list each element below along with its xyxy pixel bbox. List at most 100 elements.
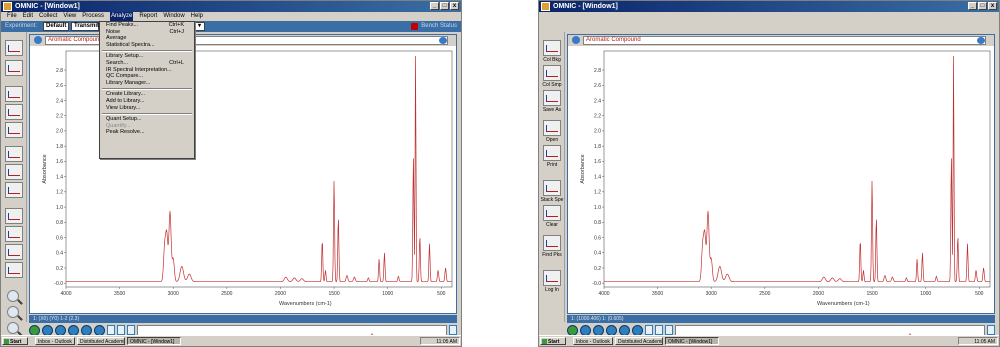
log-in-icon[interactable]: [543, 270, 561, 286]
zoom-full-icon[interactable]: [7, 322, 19, 334]
collect-background-icon[interactable]: [543, 40, 561, 56]
display-limits-icon[interactable]: [29, 324, 40, 336]
overlay-spectra-icon[interactable]: [5, 164, 23, 180]
peak-area-icon[interactable]: [619, 324, 630, 336]
analyze-menu-item[interactable]: Library Setup...: [100, 53, 194, 60]
task-academic[interactable]: Distributed Academic: [77, 337, 125, 345]
close-button[interactable]: x: [988, 2, 997, 10]
common-scale-icon[interactable]: [117, 325, 125, 335]
annotation-icon[interactable]: [94, 324, 105, 336]
analyze-menu-item[interactable]: IR Spectral Interpretation...: [100, 67, 194, 74]
full-scale-icon[interactable]: [5, 182, 23, 198]
close-button[interactable]: x: [450, 2, 459, 10]
analyze-menu-item-label: QC Compare...: [106, 73, 143, 80]
omnic-window-analyze-menu: OMNIC - [Window1] _ □ x File Edit Collec…: [0, 0, 462, 347]
analyze-menu-item[interactable]: View Library...: [100, 105, 194, 112]
peak-height-icon[interactable]: [606, 324, 617, 336]
display-limits-icon[interactable]: [567, 324, 578, 336]
task-outlook[interactable]: Inbox - Outlook: [35, 337, 75, 345]
menu-analyze[interactable]: Analyze: [109, 12, 134, 21]
print-icon[interactable]: [5, 122, 23, 138]
mode-dropdown-arrow[interactable]: ▾: [195, 22, 205, 31]
spectrum-overview[interactable]: [675, 324, 985, 336]
y-tick-label: 0.2: [594, 266, 601, 272]
spectrum-color-icon[interactable]: [34, 36, 42, 44]
menu-file[interactable]: File: [7, 12, 17, 21]
task-omnic[interactable]: OMNIC - [Window1]: [127, 337, 181, 345]
save-as-icon[interactable]: [5, 104, 23, 120]
find-peaks-icon[interactable]: [543, 235, 561, 251]
peak-height-icon[interactable]: [68, 324, 79, 336]
task-academic[interactable]: Distributed Academic: [615, 337, 663, 345]
peak-area-icon[interactable]: [81, 324, 92, 336]
analyze-menu-item[interactable]: Find Peaks... Ctrl+K: [100, 22, 194, 29]
print-icon[interactable]: [543, 145, 561, 161]
experiment-select[interactable]: Default: [43, 22, 69, 31]
select-tool-icon[interactable]: [580, 324, 591, 336]
analyze-menu-item[interactable]: Library Manager...: [100, 80, 194, 87]
menu-edit[interactable]: Edit: [23, 12, 33, 21]
maximize-button[interactable]: □: [440, 2, 449, 10]
common-scale-icon[interactable]: [655, 325, 663, 335]
stack-spectra-icon[interactable]: [543, 180, 561, 196]
overview-arrows-icon[interactable]: [449, 325, 457, 335]
mode-select[interactable]: Transmit: [71, 22, 99, 31]
collect-sample-icon[interactable]: [5, 60, 23, 76]
collect-sample-icon[interactable]: [543, 65, 561, 81]
region-tool-icon[interactable]: [55, 324, 66, 336]
menu-window[interactable]: Window: [163, 12, 184, 21]
analyze-menu-item[interactable]: QC Compare...: [100, 73, 194, 80]
stack-spectra-icon[interactable]: [5, 146, 23, 162]
find-peaks-icon[interactable]: [5, 226, 23, 242]
toolbar-label-stack-spe: Stack Spe: [540, 197, 564, 203]
save-as-icon[interactable]: [543, 90, 561, 106]
omnic-app-icon: [541, 2, 550, 11]
library-search-icon[interactable]: [5, 244, 23, 260]
spectrum-select-arrow-icon[interactable]: [439, 37, 447, 44]
collect-background-icon[interactable]: [5, 40, 23, 56]
clear-icon[interactable]: [543, 205, 561, 221]
analyze-menu-item[interactable]: Quant Setup...: [100, 116, 194, 123]
start-button[interactable]: Start: [540, 337, 566, 345]
select-tool-icon[interactable]: [42, 324, 53, 336]
menu-process[interactable]: Process: [82, 12, 104, 21]
menu-collect[interactable]: Collect: [39, 12, 57, 21]
maximize-button[interactable]: □: [978, 2, 987, 10]
menu-view[interactable]: View: [63, 12, 76, 21]
minimize-button[interactable]: _: [430, 2, 439, 10]
menu-help[interactable]: Help: [191, 12, 203, 21]
annotation-icon[interactable]: [632, 324, 643, 336]
analyze-menu-item[interactable]: Noise Ctrl+J: [100, 29, 194, 36]
analyze-menu-item[interactable]: Add to Library...: [100, 98, 194, 105]
spectrum-color-icon[interactable]: [572, 36, 580, 44]
analyze-menu-item[interactable]: Search... Ctrl+L: [100, 60, 194, 67]
start-button[interactable]: Start: [2, 337, 28, 345]
offset-scale-icon[interactable]: [645, 325, 653, 335]
log-in-icon[interactable]: [5, 262, 23, 278]
full-scale-small-icon[interactable]: [127, 325, 135, 335]
analyze-menu-item[interactable]: Statistical Spectra...: [100, 42, 194, 49]
analyze-menu-item[interactable]: Peak Resolve...: [100, 129, 194, 136]
spectrum-plot[interactable]: -0.0 0.2 0.4 0.6 0.8 1.0 1.2 1.4 1.6 1.8 2.0 2.2 2.4…: [30, 47, 458, 313]
overview-arrows-icon[interactable]: [987, 325, 995, 335]
y-tick-label: -0.0: [54, 281, 63, 287]
bench-status[interactable]: Bench Status: [411, 22, 457, 31]
zoom-out-icon[interactable]: [7, 306, 19, 318]
spectrum-overview[interactable]: [137, 324, 447, 336]
menu-report[interactable]: Report: [139, 12, 157, 21]
offset-scale-icon[interactable]: [107, 325, 115, 335]
open-icon[interactable]: [543, 120, 561, 136]
region-tool-icon[interactable]: [593, 324, 604, 336]
full-scale-small-icon[interactable]: [665, 325, 673, 335]
task-outlook[interactable]: Inbox - Outlook: [573, 337, 613, 345]
clear-icon[interactable]: [5, 208, 23, 224]
zoom-in-icon[interactable]: [7, 290, 19, 302]
open-icon[interactable]: [5, 86, 23, 102]
task-omnic[interactable]: OMNIC - [Window1]: [665, 337, 719, 345]
analyze-menu-item[interactable]: Create Library...: [100, 91, 194, 98]
spectrum-select[interactable]: Aromatic Compound: [583, 36, 986, 45]
spectrum-plot[interactable]: -0.0 0.2 0.4 0.6 0.8 1.0 1.2 1.4 1.6 1.8 2.0 2.2 2.4…: [568, 47, 996, 313]
spectrum-select-arrow-icon[interactable]: [977, 37, 985, 44]
analyze-menu-item[interactable]: Average: [100, 35, 194, 42]
minimize-button[interactable]: _: [968, 2, 977, 10]
